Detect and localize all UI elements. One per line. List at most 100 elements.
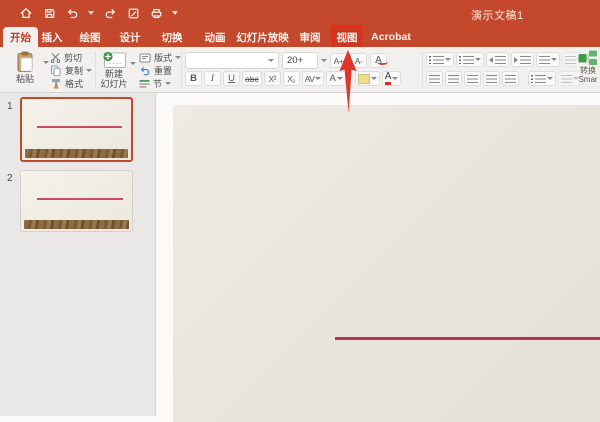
slide-thumbnails-panel: 1 2	[0, 93, 156, 422]
align-text-icon	[561, 75, 572, 83]
align-right-icon	[467, 75, 478, 83]
clipboard-group: 剪切 复制 格式	[50, 51, 92, 89]
draw-icon[interactable]	[126, 6, 140, 20]
layout-icon	[139, 53, 151, 63]
line-spacing-button[interactable]	[536, 52, 560, 67]
increase-font-size-button[interactable]: A+	[330, 53, 347, 68]
tab-design[interactable]: 设计	[118, 27, 142, 47]
superscript-button[interactable]: X²	[264, 71, 281, 86]
tab-home[interactable]: 开始	[3, 27, 38, 47]
subscript-button[interactable]: X₂	[283, 71, 300, 86]
convert-to-smartart-button[interactable]: 转换 Smar	[573, 50, 600, 85]
new-slide-button[interactable]: 新建 幻灯片	[97, 50, 131, 90]
title-bar: 演示文稿1	[0, 0, 600, 27]
new-slide-icon	[101, 50, 127, 69]
thumbnail-wood-strip	[25, 149, 128, 158]
format-painter-button[interactable]: 格式	[50, 77, 92, 90]
paragraph-controls-row2	[426, 71, 582, 86]
text-style-caret-icon	[337, 77, 343, 80]
toolbar-overflow-caret-icon[interactable]	[172, 11, 178, 15]
tab-transitions[interactable]: 切换	[160, 27, 184, 47]
paste-label: 粘贴	[16, 75, 34, 84]
copy-button[interactable]: 复制	[50, 64, 92, 77]
align-center-icon	[448, 75, 459, 83]
highlighter-icon	[358, 74, 370, 84]
strikethrough-button[interactable]: abc	[242, 71, 262, 86]
distribute-text-button[interactable]	[502, 71, 519, 86]
justify-icon	[486, 75, 497, 83]
underline-button[interactable]: U	[223, 71, 240, 86]
copy-label: 复制	[65, 64, 83, 77]
font-name-combo[interactable]	[185, 52, 279, 69]
align-right-button[interactable]	[464, 71, 481, 86]
layout-button[interactable]: 版式	[139, 51, 181, 64]
bullets-button[interactable]	[426, 52, 454, 67]
justify-button[interactable]	[483, 71, 500, 86]
decrease-indent-button[interactable]	[486, 52, 509, 67]
decrease-font-size-label: A-	[355, 56, 363, 66]
slide-number: 2	[7, 173, 13, 184]
tab-draw[interactable]: 绘图	[78, 27, 102, 47]
reset-button[interactable]: 重置	[139, 64, 181, 77]
undo-dropdown-caret-icon[interactable]	[88, 11, 94, 15]
text-direction-button[interactable]	[528, 71, 556, 86]
italic-button[interactable]: I	[204, 71, 221, 86]
workspace: 1 2	[0, 93, 600, 422]
slide-editing-canvas[interactable]	[173, 105, 600, 422]
brush-icon	[50, 78, 62, 90]
tab-acrobat[interactable]: Acrobat	[370, 27, 412, 47]
text-style-button[interactable]: A	[326, 71, 345, 86]
section-dropdown-caret-icon	[165, 82, 171, 85]
numbered-list-icon	[459, 56, 461, 64]
smartart-label-line2: Smar	[578, 76, 597, 84]
text-direction-icon	[531, 75, 533, 83]
section-button[interactable]: 节	[139, 77, 181, 90]
document-title: 演示文稿1	[471, 7, 524, 23]
save-icon[interactable]	[42, 6, 56, 20]
home-icon[interactable]	[19, 6, 33, 20]
cut-button[interactable]: 剪切	[50, 51, 92, 64]
ribbon-home: 粘贴 剪切 复制 格式	[0, 47, 600, 93]
align-center-button[interactable]	[445, 71, 462, 86]
align-left-button[interactable]	[426, 71, 443, 86]
increase-indent-button[interactable]	[511, 52, 534, 67]
bold-button[interactable]: B	[185, 71, 202, 86]
indent-arrow-icon	[514, 57, 518, 63]
character-spacing-button[interactable]: AV	[302, 71, 325, 86]
group-divider	[181, 52, 182, 87]
indent-lines-icon	[520, 56, 531, 64]
slide-thumbnail-2[interactable]	[20, 170, 133, 232]
font-size-caret-icon[interactable]	[321, 59, 327, 62]
subscript-label: X₂	[287, 74, 295, 84]
tab-view[interactable]: 视图	[333, 27, 361, 47]
tab-insert[interactable]: 插入	[40, 27, 64, 47]
numbering-button[interactable]	[456, 52, 484, 67]
sidebar-footer	[0, 416, 156, 422]
chevron-down-icon	[268, 59, 274, 62]
list-lines-icon	[433, 56, 444, 64]
print-icon[interactable]	[149, 6, 163, 20]
redo-icon[interactable]	[103, 6, 117, 20]
line-spacing-caret-icon	[551, 58, 557, 61]
group-divider	[422, 52, 423, 87]
paste-button[interactable]: 粘贴	[7, 50, 43, 84]
font-color-button[interactable]: A	[382, 71, 402, 86]
tab-animations[interactable]: 动画	[203, 27, 227, 47]
tab-slideshow[interactable]: 幻灯片放映	[228, 27, 297, 47]
decrease-font-size-button[interactable]: A-	[350, 53, 367, 68]
slide-accent-line	[335, 337, 600, 340]
new-slide-dropdown-caret-icon[interactable]	[130, 62, 136, 65]
undo-icon[interactable]	[65, 6, 79, 20]
character-spacing-label: AV	[305, 74, 315, 84]
superscript-label: X²	[268, 74, 276, 84]
tab-review[interactable]: 审阅	[298, 27, 322, 47]
new-slide-label-line2: 幻灯片	[100, 80, 127, 89]
paste-dropdown-caret-icon[interactable]	[43, 61, 49, 64]
font-color-caret-icon	[392, 77, 398, 80]
clear-formatting-button[interactable]: A	[370, 53, 387, 68]
format-painter-label: 格式	[65, 77, 83, 90]
slide-thumbnail-1[interactable]	[20, 97, 133, 162]
font-size-combo[interactable]: 20+	[282, 52, 318, 69]
clipboard-icon	[15, 50, 35, 74]
highlight-color-button[interactable]	[355, 71, 380, 86]
